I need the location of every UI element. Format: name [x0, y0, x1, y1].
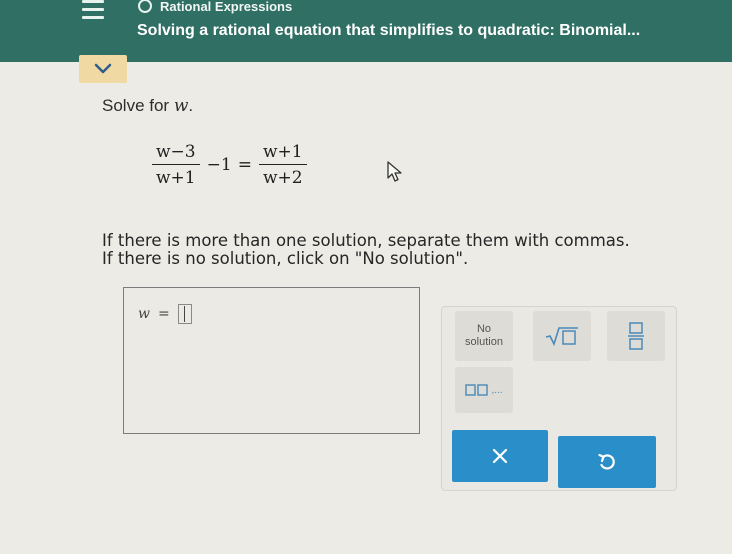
progress-circle-icon: [138, 0, 152, 13]
rhs-denominator: w+2: [258, 164, 307, 188]
topic-label: Rational Expressions: [160, 0, 293, 14]
undo-icon: [598, 453, 615, 470]
sqrt-icon: [545, 327, 578, 347]
list-suffix: ,...: [491, 384, 503, 396]
collapse-button[interactable]: [79, 55, 127, 83]
equation: w−3 w+1 −1 = w+1 w+2: [148, 142, 311, 188]
answer-row: w =: [138, 304, 192, 324]
fraction-button[interactable]: [607, 311, 665, 361]
list-button[interactable]: ,...: [455, 367, 513, 413]
instruction-line-2: If there is no solution, click on "No so…: [102, 249, 469, 268]
lhs-fraction: w−3 w+1: [152, 142, 200, 188]
answer-variable: w: [138, 306, 150, 322]
topic-breadcrumb[interactable]: Rational Expressions: [138, 0, 292, 15]
answer-box[interactable]: w =: [123, 287, 420, 434]
prompt-variable: w: [173, 96, 189, 116]
sqrt-button[interactable]: [533, 311, 591, 361]
fraction-icon: [628, 322, 644, 350]
rhs-fraction: w+1 w+2: [258, 142, 307, 188]
header-bar: Rational Expressions Solving a rational …: [0, 0, 732, 62]
no-solution-label-1: No: [476, 323, 492, 335]
close-icon: [492, 448, 508, 464]
instructions: If there is more than one solution, sepa…: [102, 232, 630, 268]
chevron-down-icon: [94, 63, 112, 74]
no-solution-button[interactable]: No solution: [455, 311, 513, 361]
prompt-text: Solve for: [102, 96, 170, 115]
cursor-arrow-icon: [387, 161, 402, 182]
rhs-numerator: w+1: [262, 142, 303, 162]
lhs-denominator: w+1: [152, 164, 200, 188]
equals-sign: =: [237, 155, 252, 175]
page-title: Solving a rational equation that simplif…: [137, 22, 641, 39]
menu-icon[interactable]: [82, 0, 106, 24]
instruction-line-1: If there is more than one solution, sepa…: [102, 231, 630, 250]
clear-button[interactable]: [452, 430, 548, 482]
minus-one: −1: [206, 155, 232, 175]
answer-input[interactable]: [177, 304, 192, 324]
answer-equals: =: [157, 306, 170, 322]
undo-button[interactable]: [558, 436, 656, 488]
problem-prompt: Solve for w.: [102, 96, 193, 116]
lhs-numerator: w−3: [156, 142, 196, 162]
no-solution-label-2: solution: [465, 336, 503, 348]
prompt-period: .: [188, 96, 194, 115]
